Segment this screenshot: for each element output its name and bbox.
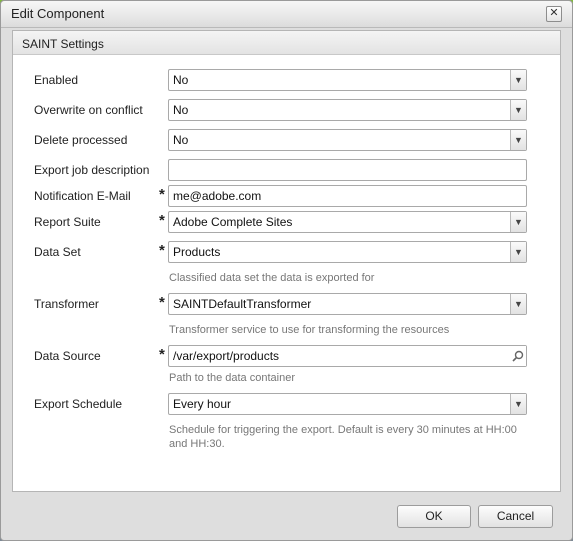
report-suite-label: Report Suite: [34, 215, 101, 229]
row-data-set: Data Set * Products ▼: [13, 241, 560, 263]
saint-settings-panel: SAINT Settings Enabled No ▼ Overwrite on…: [12, 30, 561, 492]
data-source-hint: Path to the data container: [169, 372, 295, 384]
notification-email-label: Notification E-Mail: [34, 189, 131, 203]
chevron-down-icon[interactable]: ▼: [510, 130, 526, 150]
row-data-source: Data Source * /var/export/products: [13, 345, 560, 367]
data-source-value: /var/export/products: [173, 349, 280, 363]
export-schedule-hint: Schedule for triggering the export. Defa…: [169, 424, 517, 450]
export-schedule-select[interactable]: Every hour ▼: [168, 393, 527, 415]
report-suite-select[interactable]: Adobe Complete Sites ▼: [168, 211, 527, 233]
overwrite-select[interactable]: No ▼: [168, 99, 527, 121]
data-set-hint: Classified data set the data is exported…: [169, 272, 375, 284]
delete-processed-value: No: [173, 133, 189, 147]
required-marker: *: [159, 346, 165, 363]
report-suite-value: Adobe Complete Sites: [173, 215, 293, 229]
data-set-value: Products: [173, 245, 221, 259]
chevron-down-icon[interactable]: ▼: [510, 242, 526, 262]
export-schedule-label: Export Schedule: [34, 397, 123, 411]
dialog-titlebar: Edit Component ✕: [1, 1, 572, 28]
delete-processed-label: Delete processed: [34, 133, 128, 147]
overwrite-value: No: [173, 103, 189, 117]
row-overwrite: Overwrite on conflict No ▼: [13, 99, 560, 121]
transformer-label: Transformer: [34, 297, 99, 311]
chevron-down-icon[interactable]: ▼: [510, 212, 526, 232]
data-set-label: Data Set: [34, 245, 81, 259]
data-set-select[interactable]: Products ▼: [168, 241, 527, 263]
required-marker: *: [159, 212, 165, 229]
notification-email-input[interactable]: me@adobe.com: [168, 185, 527, 207]
enabled-select[interactable]: No ▼: [168, 69, 527, 91]
dialog-title: Edit Component: [11, 6, 105, 21]
close-button[interactable]: ✕: [546, 6, 562, 22]
chevron-down-icon[interactable]: ▼: [510, 100, 526, 120]
edit-component-dialog: Edit Component ✕ SAINT Settings Enabled …: [0, 0, 573, 541]
delete-processed-select[interactable]: No ▼: [168, 129, 527, 151]
export-description-label: Export job description: [34, 163, 150, 177]
row-export-schedule: Export Schedule Every hour ▼: [13, 393, 560, 415]
enabled-label: Enabled: [34, 73, 79, 87]
chevron-down-icon[interactable]: ▼: [510, 70, 526, 90]
required-marker: *: [159, 186, 165, 203]
required-marker: *: [159, 294, 165, 311]
row-notification-email: Notification E-Mail * me@adobe.com: [13, 185, 560, 207]
export-description-input[interactable]: [168, 159, 527, 181]
chevron-down-icon[interactable]: ▼: [510, 394, 526, 414]
search-icon[interactable]: [510, 346, 526, 366]
cancel-button[interactable]: Cancel: [478, 505, 553, 528]
required-marker: *: [159, 242, 165, 259]
export-schedule-value: Every hour: [173, 397, 232, 411]
row-enabled: Enabled No ▼: [13, 69, 560, 91]
close-icon: ✕: [549, 7, 559, 19]
row-transformer: Transformer * SAINTDefaultTransformer ▼: [13, 293, 560, 315]
row-report-suite: Report Suite * Adobe Complete Sites ▼: [13, 211, 560, 233]
notification-email-value: me@adobe.com: [173, 189, 262, 203]
data-source-input[interactable]: /var/export/products: [168, 345, 527, 367]
transformer-hint: Transformer service to use for transform…: [169, 324, 450, 336]
row-delete-processed: Delete processed No ▼: [13, 129, 560, 151]
chevron-down-icon[interactable]: ▼: [510, 294, 526, 314]
transformer-select[interactable]: SAINTDefaultTransformer ▼: [168, 293, 527, 315]
data-source-label: Data Source: [34, 349, 101, 363]
ok-button[interactable]: OK: [397, 505, 471, 528]
overwrite-label: Overwrite on conflict: [34, 103, 143, 117]
row-export-description: Export job description: [13, 159, 560, 181]
transformer-value: SAINTDefaultTransformer: [173, 297, 312, 311]
enabled-value: No: [173, 73, 189, 87]
panel-header: SAINT Settings: [13, 31, 560, 55]
